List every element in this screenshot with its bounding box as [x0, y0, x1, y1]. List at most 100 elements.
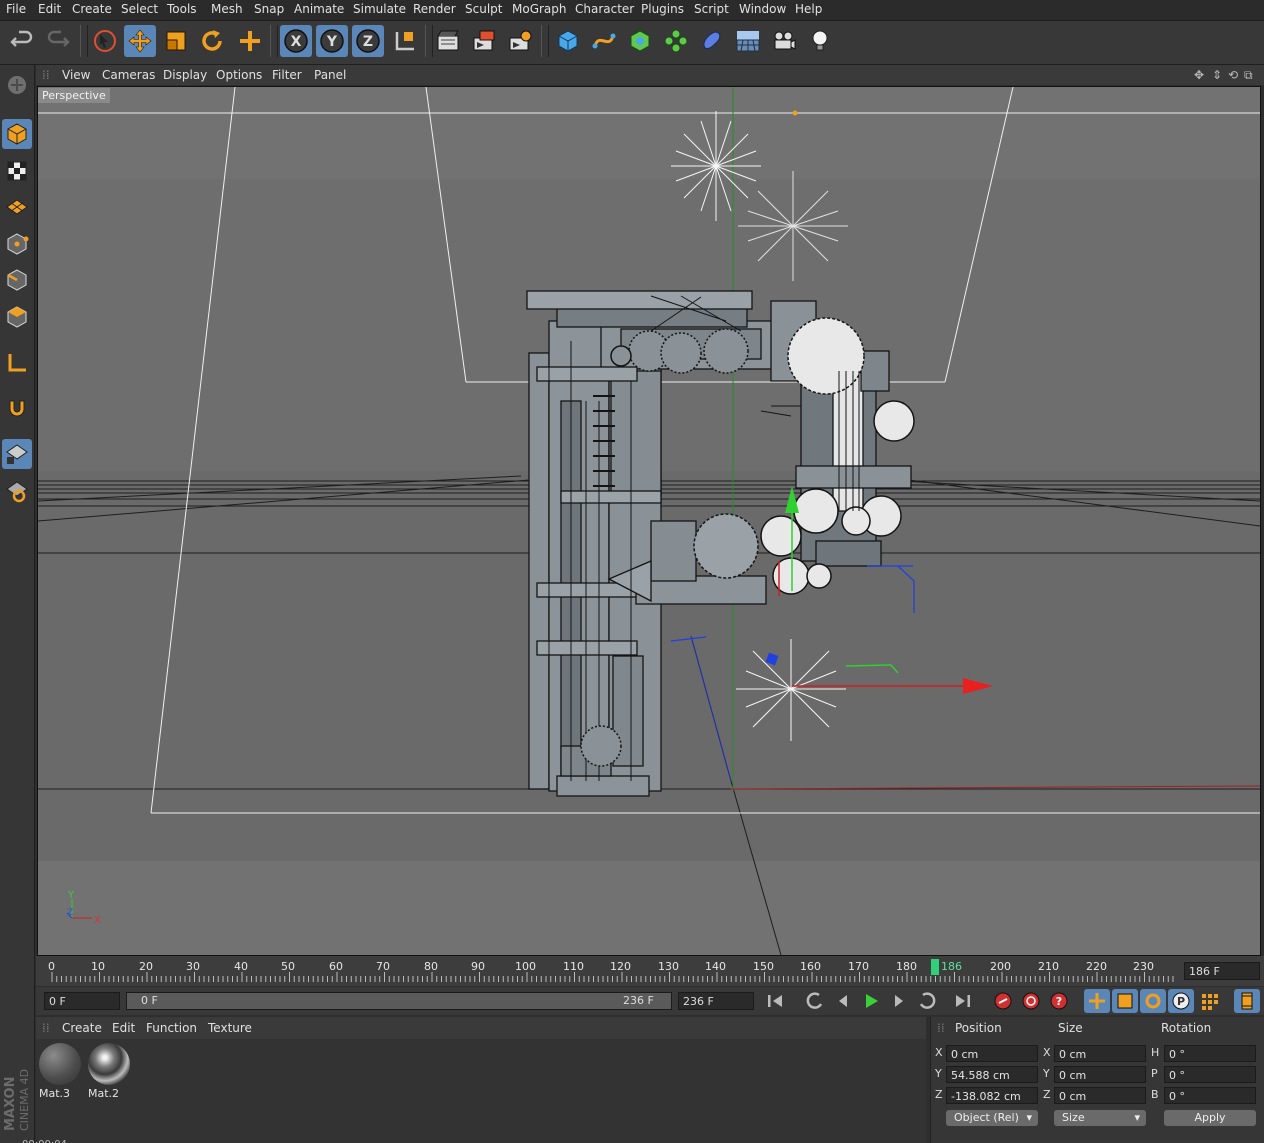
playhead-marker[interactable] [931, 959, 939, 975]
coordinate-mode-dropdown[interactable]: Object (Rel) ▾ [946, 1110, 1038, 1126]
material-menu-texture[interactable]: Texture [208, 1021, 252, 1035]
points-mode-icon[interactable] [2, 229, 32, 259]
cube-icon[interactable] [552, 25, 584, 57]
key-pla-icon[interactable] [1196, 989, 1222, 1013]
edges-mode-icon[interactable] [2, 265, 32, 295]
play-forward-icon[interactable] [858, 989, 884, 1013]
viewport-layout-icon[interactable]: ⧉ [1244, 68, 1253, 83]
coordinate-system-icon[interactable] [389, 25, 421, 57]
model-mode-icon[interactable] [2, 119, 32, 149]
next-frame-icon[interactable] [886, 989, 912, 1013]
snap-magnet-icon[interactable] [2, 393, 32, 423]
live-selection-icon[interactable] [89, 25, 121, 57]
recent-tool-icon[interactable] [234, 25, 266, 57]
viewport-zoom-icon[interactable]: ⇕ [1212, 68, 1222, 82]
key-scale-icon[interactable] [1112, 989, 1138, 1013]
rotation-h-field[interactable]: 0 ° [1164, 1045, 1256, 1062]
menu-render[interactable]: Render [413, 2, 456, 16]
position-x-field[interactable]: 0 cm [946, 1045, 1038, 1062]
preview-range-slider[interactable]: 0 F 236 F [126, 992, 672, 1010]
x-axis-icon[interactable]: X [280, 25, 312, 57]
rotation-b-field[interactable]: 0 ° [1164, 1087, 1256, 1104]
render-settings-icon[interactable] [504, 25, 536, 57]
menu-simulate[interactable]: Simulate [353, 2, 406, 16]
next-key-icon[interactable] [914, 989, 940, 1013]
key-position-icon[interactable] [1084, 989, 1110, 1013]
viewport-menu-filter[interactable]: Filter [272, 68, 302, 82]
menu-mograph[interactable]: MoGraph [512, 2, 567, 16]
move-icon[interactable] [124, 25, 156, 57]
scale-icon[interactable] [160, 25, 192, 57]
material-menu-create[interactable]: Create [62, 1021, 102, 1035]
viewport-camera-label[interactable]: Perspective [38, 88, 110, 103]
texture-mode-icon[interactable] [2, 156, 32, 186]
menu-sculpt[interactable]: Sculpt [465, 2, 502, 16]
menu-edit[interactable]: Edit [38, 2, 61, 16]
material-menu-function[interactable]: Function [146, 1021, 197, 1035]
size-mode-dropdown[interactable]: Size ▾ [1054, 1110, 1146, 1126]
viewport-menu-display[interactable]: Display [163, 68, 207, 82]
viewport-menu-panel[interactable]: Panel [314, 68, 346, 82]
render-view-icon[interactable] [432, 25, 464, 57]
rotation-p-field[interactable]: 0 ° [1164, 1066, 1256, 1083]
planar-workplane-icon[interactable] [2, 476, 32, 506]
perspective-viewport[interactable]: Y X Z [37, 86, 1261, 956]
autokeying-icon[interactable] [1018, 989, 1044, 1013]
material-swatch[interactable]: Mat.2 [88, 1043, 132, 1101]
size-y-field[interactable]: 0 cm [1054, 1066, 1146, 1083]
menu-character[interactable]: Character [575, 2, 634, 16]
workplane-mode-icon[interactable] [2, 192, 32, 222]
end-frame-field[interactable]: 236 F [678, 992, 754, 1010]
locked-workplane-icon[interactable] [2, 439, 32, 469]
make-editable-icon[interactable] [2, 70, 32, 100]
nurbs-icon[interactable] [624, 25, 656, 57]
floor-icon[interactable] [732, 25, 764, 57]
go-to-end-icon[interactable] [950, 989, 976, 1013]
menu-help[interactable]: Help [795, 2, 822, 16]
light-icon[interactable] [804, 25, 836, 57]
menu-tools[interactable]: Tools [167, 2, 197, 16]
material-swatch[interactable]: Mat.3 [39, 1043, 83, 1101]
viewport-pan-icon[interactable]: ✥ [1194, 68, 1204, 82]
key-parameter-icon[interactable]: P [1168, 989, 1194, 1013]
y-axis-icon[interactable]: Y [316, 25, 348, 57]
menu-window[interactable]: Window [739, 2, 786, 16]
go-to-start-icon[interactable] [762, 989, 788, 1013]
size-z-field[interactable]: 0 cm [1054, 1087, 1146, 1104]
position-y-field[interactable]: 54.588 cm [946, 1066, 1038, 1083]
spline-icon[interactable] [588, 25, 620, 57]
material-menu-edit[interactable]: Edit [112, 1021, 135, 1035]
viewport-menu-cameras[interactable]: Cameras [102, 68, 155, 82]
menu-snap[interactable]: Snap [254, 2, 284, 16]
deformer-icon[interactable] [696, 25, 728, 57]
render-picture-viewer-icon[interactable] [468, 25, 500, 57]
previous-frame-icon[interactable] [830, 989, 856, 1013]
camera-icon[interactable] [768, 25, 800, 57]
size-x-field[interactable]: 0 cm [1054, 1045, 1146, 1062]
undo-icon[interactable] [6, 25, 38, 57]
position-z-field[interactable]: -138.082 cm [946, 1087, 1038, 1104]
keyframe-selection-icon[interactable]: ? [1046, 989, 1072, 1013]
menu-script[interactable]: Script [694, 2, 729, 16]
menu-plugins[interactable]: Plugins [641, 2, 684, 16]
array-icon[interactable] [660, 25, 692, 57]
menu-create[interactable]: Create [72, 2, 112, 16]
viewport-menu-view[interactable]: View [62, 68, 90, 82]
current-frame-field[interactable]: 186 F [1184, 962, 1260, 980]
previous-key-icon[interactable] [802, 989, 828, 1013]
polygons-mode-icon[interactable] [2, 302, 32, 332]
timeline-film-icon[interactable] [1234, 989, 1260, 1013]
menu-mesh[interactable]: Mesh [211, 2, 243, 16]
timeline-ruler[interactable]: 0 10 20 30 40 50 60 70 80 90 100 110 120… [36, 956, 1264, 986]
menu-animate[interactable]: Animate [294, 2, 344, 16]
viewport-menu-options[interactable]: Options [216, 68, 262, 82]
z-axis-icon[interactable]: Z [352, 25, 384, 57]
viewport-rotate-icon[interactable]: ⟲ [1228, 68, 1238, 82]
key-rotation-icon[interactable] [1140, 989, 1166, 1013]
menu-file[interactable]: File [6, 2, 26, 16]
menu-select[interactable]: Select [121, 2, 158, 16]
start-frame-field[interactable]: 0 F [44, 992, 120, 1010]
rotate-icon[interactable] [196, 25, 228, 57]
apply-button[interactable]: Apply [1164, 1110, 1256, 1126]
redo-icon[interactable] [42, 25, 74, 57]
